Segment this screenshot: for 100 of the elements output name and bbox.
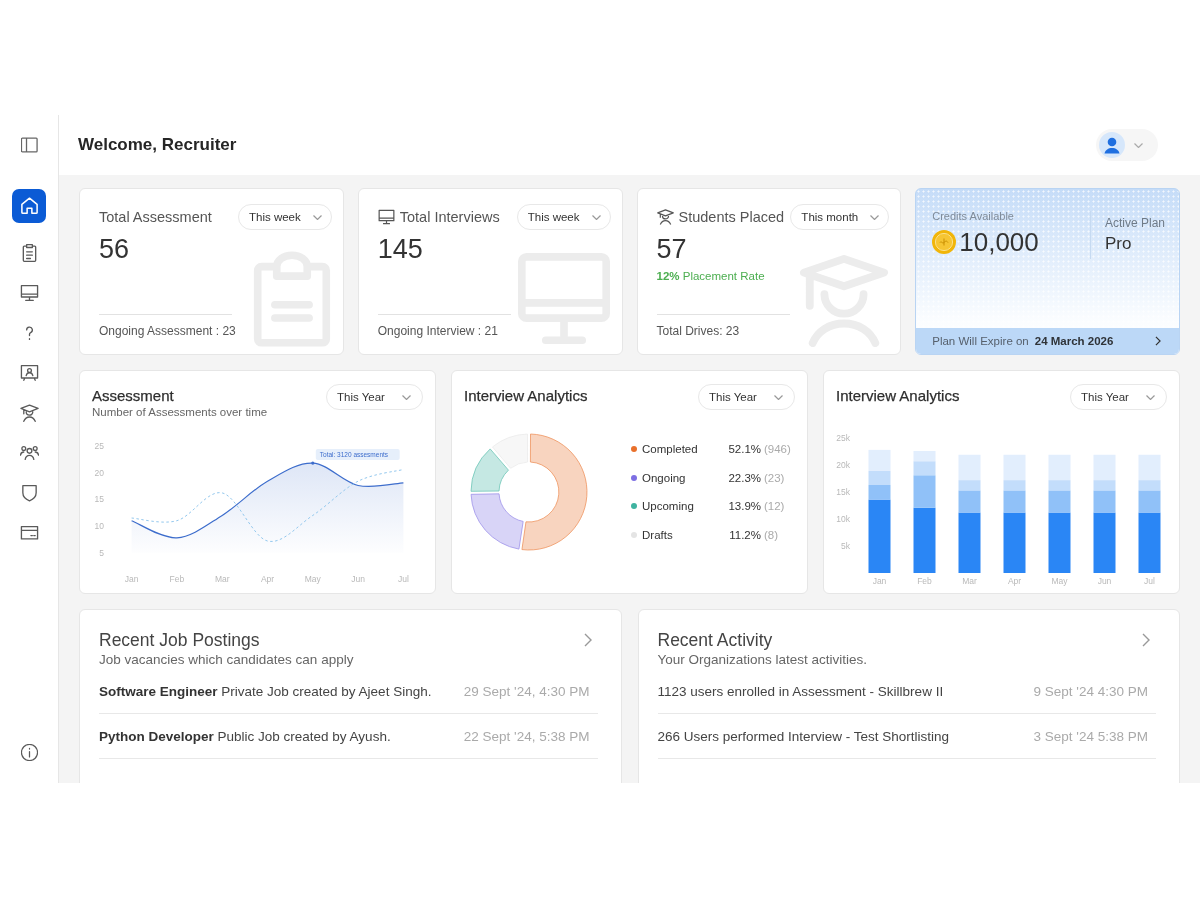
monitor-icon (19, 284, 39, 302)
graduate-icon (656, 209, 674, 225)
home-icon (19, 197, 39, 215)
chevron-down-icon (1146, 394, 1155, 400)
shield-icon (19, 484, 39, 502)
section-subtitle: Job vacancies which candidates can apply (99, 651, 354, 669)
period-dropdown[interactable]: This Year (326, 384, 423, 410)
avatar-icon (1099, 132, 1125, 158)
axis-label: Jun (351, 574, 365, 584)
chevron-down-icon (591, 214, 601, 220)
chart-title: Interview Analytics (836, 387, 960, 405)
donut-slice (470, 448, 509, 492)
chevron-down-icon (774, 394, 783, 400)
rate-text: 12% Placement Rate (656, 269, 765, 283)
axis-label: Jan (872, 576, 887, 586)
chevron-down-icon (312, 214, 322, 220)
axis-label: 15k (836, 487, 850, 497)
stat-footer: Ongoing Interview : 21 (377, 324, 498, 339)
legend-label: Upcoming (642, 499, 695, 514)
page-title: Welcome, Recruiter (78, 135, 237, 155)
section-subtitle: Your Organizations latest activities. (657, 651, 868, 669)
axis-label: 5k (841, 541, 850, 551)
chevron-down-icon (1134, 142, 1143, 148)
chevron-right-icon[interactable] (1155, 336, 1161, 346)
data-point-icon (311, 461, 315, 465)
axis-label: Apr (1007, 576, 1022, 586)
card-title: Students Placed (678, 209, 785, 225)
axis-label: Feb (917, 576, 932, 586)
axis-label: 25 (94, 441, 104, 451)
legend-label: Drafts (642, 527, 674, 542)
axis-label: May (1051, 576, 1068, 586)
legend-label: Completed (642, 442, 699, 457)
axis-label: 20 (94, 467, 104, 478)
axis-label: Jul (397, 574, 409, 584)
axis-label: Feb (169, 574, 185, 584)
axis-label: Jun (1097, 576, 1112, 586)
graduate-icon (19, 404, 39, 422)
list-item-text: 266 Users performed Interview - Test Shortlisting (657, 728, 950, 744)
axis-label: Jan (124, 574, 139, 584)
stat-footer: Total Drives: 23 (656, 324, 740, 339)
axis-label: Apr (260, 574, 275, 584)
monitor-icon (377, 209, 395, 225)
info-icon[interactable] (20, 744, 38, 761)
plan-label: Active Plan (1105, 216, 1166, 231)
chart-title: Interview Analytics (464, 387, 588, 405)
nav-item[interactable] (12, 189, 46, 223)
chevron-down-icon (870, 214, 880, 220)
people-icon (19, 444, 39, 462)
axis-label: Mar (214, 574, 230, 584)
legend-label: Ongoing (642, 470, 687, 485)
axis-label: May (304, 574, 321, 584)
profile-menu-button[interactable] (1096, 129, 1158, 161)
period-dropdown[interactable]: This Year (698, 384, 795, 410)
period-dropdown[interactable]: This week (237, 204, 332, 230)
axis-label: 15 (94, 494, 104, 505)
legend-percent: 52.1% (727, 442, 761, 457)
axis-label: 25k (836, 433, 850, 443)
axis-label: 10k (836, 514, 850, 524)
stat-value: 57 (656, 233, 687, 265)
list-item-time: 29 Sept '24, 4:30 PM (463, 683, 591, 699)
axis-label: 20k (836, 460, 850, 470)
section-title: Recent Activity (657, 629, 773, 651)
card-icon (19, 524, 39, 542)
card-title: Total Assessment (99, 209, 212, 225)
axis-label: 5 (99, 547, 104, 558)
expiry-date: 24 March 2026 (1034, 335, 1114, 347)
period-dropdown[interactable]: This week (516, 204, 611, 230)
legend-percent: 13.9% (727, 499, 761, 514)
legend-count: (12) (764, 499, 786, 514)
list-item-text: Software Engineer Private Job created by Ajeet Singh. (99, 683, 432, 699)
stat-value: 56 (99, 233, 130, 265)
stat-value: 145 (377, 233, 423, 265)
axis-label: Mar (962, 576, 977, 586)
expiry-label: Plan Will Expire on (932, 335, 1029, 347)
card-title: Total Interviews (399, 209, 500, 225)
list-item-time: 3 Sept '24 5:38 PM (1033, 728, 1149, 744)
chevron-down-icon (402, 394, 411, 400)
period-dropdown[interactable]: This Year (1070, 384, 1167, 410)
credits-label: Credits Available (932, 209, 1014, 223)
chart-title: Assessment (92, 387, 174, 405)
legend-count: (8) (764, 527, 780, 542)
period-dropdown[interactable]: This month (790, 204, 890, 230)
chart-subtitle: Number of Assessments over time (92, 405, 268, 420)
section-title: Recent Job Postings (99, 629, 260, 651)
legend-percent: 11.2% (728, 527, 761, 542)
plan-name: Pro (1105, 233, 1132, 255)
axis-label: 10 (94, 521, 104, 532)
list-item-time: 9 Sept '24 4:30 PM (1033, 683, 1149, 699)
presentation-icon (19, 364, 39, 382)
list-item-text: Python Developer Public Job created by Ayush. (99, 728, 391, 744)
coin-icon (932, 230, 957, 254)
axis-label: Jul (1144, 576, 1155, 586)
list-item-text: 1123 users enrolled in Assessment - Skillbrew II (657, 683, 944, 699)
list-item-time: 22 Sept '24, 5:38 PM (463, 728, 591, 744)
credits-value: 10,000 (959, 227, 1039, 257)
panel-toggle-icon[interactable] (20, 137, 38, 153)
stat-footer: Ongoing Assessment : 23 (99, 324, 236, 339)
legend-count: (946) (764, 442, 791, 457)
legend-percent: 22.3% (727, 470, 761, 485)
legend-count: (23) (764, 470, 786, 485)
